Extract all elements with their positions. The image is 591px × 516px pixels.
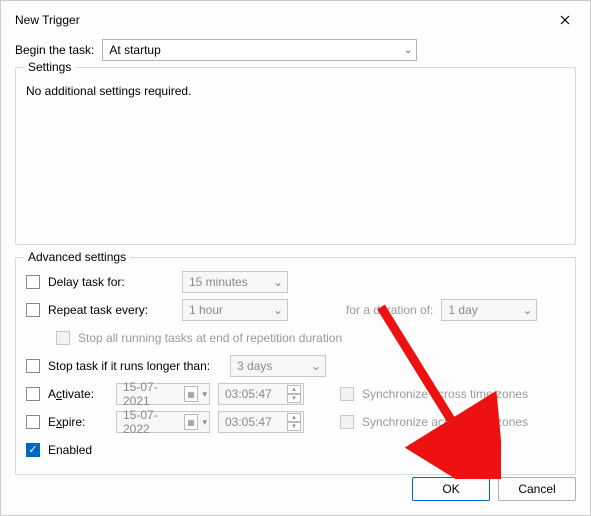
settings-message: No additional settings required. (26, 84, 191, 98)
calendar-icon: ▦ (184, 386, 199, 402)
enabled-label: Enabled (48, 443, 92, 457)
begin-task-select[interactable]: At startup ⌄ (102, 39, 417, 61)
delay-select[interactable]: 15 minutes ⌄ (182, 271, 288, 293)
chevron-down-icon: ▾ (202, 389, 207, 400)
chevron-down-icon: ▾ (202, 417, 207, 428)
cancel-label: Cancel (518, 482, 555, 496)
chevron-down-icon: ⌄ (522, 303, 532, 317)
ok-button[interactable]: OK (412, 477, 490, 501)
duration-select[interactable]: 1 day ⌄ (441, 299, 537, 321)
stop-repetition-label: Stop all running tasks at end of repetit… (78, 331, 342, 345)
stop-long-select[interactable]: 3 days ⌄ (230, 355, 326, 377)
close-icon (560, 15, 570, 25)
expire-time-value: 03:05:47 (225, 415, 283, 429)
advanced-settings-group: Advanced settings Delay task for: 15 min… (15, 257, 576, 475)
stop-long-checkbox[interactable] (26, 359, 40, 373)
calendar-icon: ▦ (184, 414, 199, 430)
activate-sync-label: Synchronize across time zones (362, 387, 528, 401)
expire-label: Expire: (48, 415, 108, 429)
expire-sync-checkbox (340, 415, 354, 429)
delay-label: Delay task for: (48, 275, 174, 289)
activate-time[interactable]: 03:05:47 ▴▾ (218, 383, 304, 405)
stop-repetition-checkbox (56, 331, 70, 345)
repeat-label: Repeat task every: (48, 303, 174, 317)
repeat-checkbox[interactable] (26, 303, 40, 317)
ok-label: OK (442, 482, 459, 496)
chevron-down-icon: ⌄ (273, 303, 283, 317)
duration-label: for a duration of: (346, 303, 433, 317)
begin-task-label: Begin the task: (15, 43, 94, 57)
window-title: New Trigger (15, 13, 80, 27)
activate-time-value: 03:05:47 (225, 387, 283, 401)
activate-sync-checkbox (340, 387, 354, 401)
activate-date-value: 15-07-2021 (123, 380, 180, 408)
delay-value: 15 minutes (189, 275, 248, 289)
activate-date[interactable]: 15-07-2021 ▦ ▾ (116, 383, 210, 405)
repeat-select[interactable]: 1 hour ⌄ (182, 299, 288, 321)
activate-checkbox[interactable] (26, 387, 40, 401)
activate-label: Activate: (48, 387, 108, 401)
enabled-checkbox[interactable]: ✓ (26, 443, 40, 457)
chevron-down-icon: ⌄ (404, 45, 412, 56)
repeat-value: 1 hour (189, 303, 223, 317)
cancel-button[interactable]: Cancel (498, 477, 576, 501)
settings-title: Settings (24, 60, 75, 74)
spinner-icon: ▴▾ (287, 385, 301, 403)
delay-checkbox[interactable] (26, 275, 40, 289)
duration-value: 1 day (448, 303, 477, 317)
expire-date-value: 15-07-2022 (123, 408, 180, 436)
stop-long-value: 3 days (237, 359, 272, 373)
expire-date[interactable]: 15-07-2022 ▦ ▾ (116, 411, 210, 433)
advanced-settings-title: Advanced settings (24, 250, 130, 264)
spinner-icon: ▴▾ (287, 413, 301, 431)
expire-sync-label: Synchronize across time zones (362, 415, 528, 429)
chevron-down-icon: ⌄ (311, 359, 321, 373)
chevron-down-icon: ⌄ (273, 275, 283, 289)
begin-task-value: At startup (109, 43, 160, 57)
close-button[interactable] (550, 8, 580, 32)
expire-checkbox[interactable] (26, 415, 40, 429)
expire-time[interactable]: 03:05:47 ▴▾ (218, 411, 304, 433)
stop-long-label: Stop task if it runs longer than: (48, 359, 222, 373)
settings-group: Settings No additional settings required… (15, 67, 576, 245)
